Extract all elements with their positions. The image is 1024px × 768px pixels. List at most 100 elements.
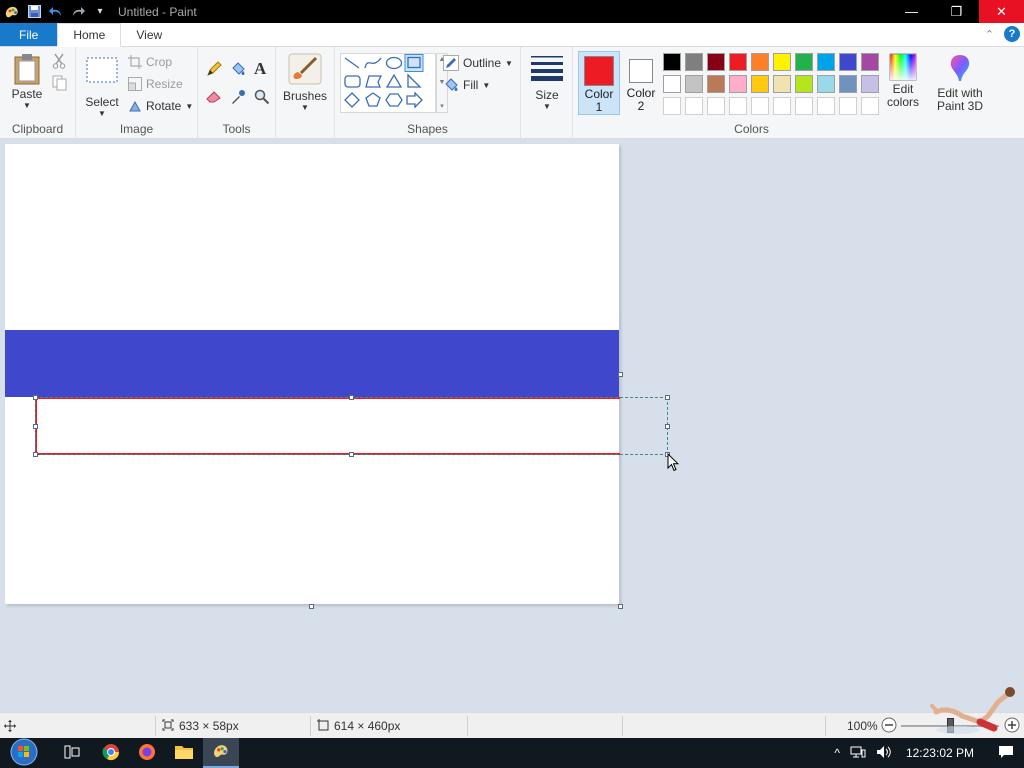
rectangle-shape-icon[interactable] — [404, 54, 424, 72]
palette-swatch[interactable] — [751, 53, 769, 71]
color2-button[interactable]: Color 2 — [622, 51, 660, 115]
palette-swatch[interactable] — [773, 53, 791, 71]
clock[interactable]: 12:23:02 PM — [906, 746, 974, 760]
palette-swatch[interactable] — [685, 75, 703, 93]
palette-swatch[interactable] — [729, 53, 747, 71]
pencil-icon[interactable] — [206, 61, 222, 77]
save-icon[interactable] — [26, 4, 42, 20]
palette-swatch[interactable] — [751, 75, 769, 93]
collapse-ribbon-icon[interactable]: ⌃ — [985, 28, 994, 41]
selection-handle-tr[interactable] — [665, 395, 670, 400]
triangle-shape-icon[interactable] — [385, 73, 403, 88]
palette-swatch[interactable] — [839, 53, 857, 71]
palette-swatch[interactable] — [707, 53, 725, 71]
task-view-button[interactable] — [54, 738, 90, 768]
crop-button[interactable]: Crop — [128, 55, 172, 69]
taskbar-file-explorer[interactable] — [166, 738, 202, 768]
oval-shape-icon[interactable] — [385, 56, 403, 70]
hexagon-shape-icon[interactable] — [385, 93, 403, 107]
palette-custom-slot[interactable] — [817, 97, 835, 115]
select-button[interactable]: Select ▼ — [82, 57, 122, 118]
selection-handle-tl[interactable] — [33, 395, 38, 400]
workspace[interactable] — [0, 139, 1024, 712]
selection-handle-bm[interactable] — [349, 452, 354, 457]
palette-swatch[interactable] — [663, 75, 681, 93]
network-icon[interactable] — [850, 745, 866, 762]
redo-icon[interactable] — [70, 4, 86, 20]
drawing-canvas[interactable] — [5, 144, 619, 604]
taskbar-paint[interactable] — [203, 738, 239, 768]
palette-custom-slot[interactable] — [707, 97, 725, 115]
palette-swatch[interactable] — [663, 53, 681, 71]
canvas-resize-handle-right[interactable] — [618, 372, 623, 377]
selection-handle-mr[interactable] — [665, 424, 670, 429]
brushes-button[interactable]: Brushes ▼ — [282, 53, 328, 112]
palette-swatch[interactable] — [729, 75, 747, 93]
edit-colors-button[interactable]: Edit colors — [881, 53, 925, 109]
text-tool-icon[interactable]: A — [254, 59, 266, 79]
paste-button[interactable]: Paste ▼ — [10, 53, 44, 110]
palette-custom-slot[interactable] — [839, 97, 857, 115]
show-hidden-icons-icon[interactable]: ^ — [834, 746, 840, 760]
customize-quick-access-icon[interactable]: ▾ — [92, 4, 108, 20]
palette-swatch[interactable] — [839, 75, 857, 93]
resize-button[interactable]: Resize — [128, 77, 183, 91]
notifications-icon[interactable] — [998, 745, 1014, 762]
selection-handle-tm[interactable] — [349, 395, 354, 400]
tab-view[interactable]: View — [121, 23, 177, 46]
magnifier-icon[interactable] — [254, 89, 270, 105]
palette-swatch[interactable] — [817, 53, 835, 71]
selection-handle-bl[interactable] — [33, 452, 38, 457]
volume-icon[interactable] — [876, 745, 892, 762]
paint-app-icon[interactable] — [4, 4, 20, 20]
outline-button[interactable]: Outline ▼ — [443, 55, 513, 71]
palette-swatch[interactable] — [773, 75, 791, 93]
zoom-out-button[interactable] — [881, 713, 897, 739]
close-button[interactable]: ✕ — [979, 0, 1024, 23]
rotate-button[interactable]: Rotate ▼ — [128, 99, 193, 113]
taskbar-firefox[interactable] — [129, 738, 165, 768]
palette-custom-slot[interactable] — [751, 97, 769, 115]
color1-button[interactable]: Color 1 — [578, 51, 620, 115]
restore-button[interactable]: ❐ — [934, 0, 979, 23]
pentagon-shape-icon[interactable] — [365, 92, 381, 107]
undo-icon[interactable] — [48, 4, 64, 20]
curve-shape-icon[interactable] — [364, 57, 382, 69]
palette-custom-slot[interactable] — [685, 97, 703, 115]
polygon-shape-icon[interactable] — [365, 75, 383, 88]
gallery-expand-icon[interactable]: ▾ — [440, 102, 444, 110]
arrow-shape-icon[interactable] — [406, 91, 423, 109]
cut-icon[interactable] — [52, 53, 66, 69]
palette-swatch[interactable] — [817, 75, 835, 93]
palette-swatch[interactable] — [685, 53, 703, 71]
palette-custom-slot[interactable] — [861, 97, 879, 115]
canvas-resize-handle-corner[interactable] — [618, 604, 623, 609]
copy-icon[interactable] — [52, 75, 68, 91]
palette-custom-slot[interactable] — [663, 97, 681, 115]
palette-custom-slot[interactable] — [773, 97, 791, 115]
help-icon[interactable]: ? — [1004, 26, 1020, 42]
rounded-rectangle-shape-icon[interactable] — [344, 75, 361, 88]
color-picker-icon[interactable] — [230, 89, 246, 105]
start-button[interactable] — [4, 738, 44, 768]
right-triangle-shape-icon[interactable] — [407, 73, 422, 88]
palette-swatch[interactable] — [795, 53, 813, 71]
palette-swatch[interactable] — [861, 75, 879, 93]
line-shape-icon[interactable] — [344, 57, 360, 69]
fill-button[interactable]: Fill ▼ — [443, 77, 490, 93]
selection-handle-ml[interactable] — [33, 424, 38, 429]
taskbar-chrome[interactable] — [93, 738, 129, 768]
diamond-shape-icon[interactable] — [344, 92, 360, 108]
palette-custom-slot[interactable] — [795, 97, 813, 115]
tab-home[interactable]: Home — [57, 23, 122, 47]
minimize-button[interactable]: — — [889, 0, 934, 23]
edit-with-paint3d-button[interactable]: Edit with Paint 3D — [934, 53, 986, 113]
palette-swatch[interactable] — [707, 75, 725, 93]
canvas-resize-handle-bottom[interactable] — [309, 604, 314, 609]
fill-bucket-icon[interactable] — [230, 61, 246, 77]
tab-file[interactable]: File — [0, 23, 58, 46]
eraser-icon[interactable] — [206, 89, 222, 103]
palette-custom-slot[interactable] — [729, 97, 747, 115]
palette-swatch[interactable] — [795, 75, 813, 93]
shape-selection-frame[interactable] — [35, 397, 668, 455]
